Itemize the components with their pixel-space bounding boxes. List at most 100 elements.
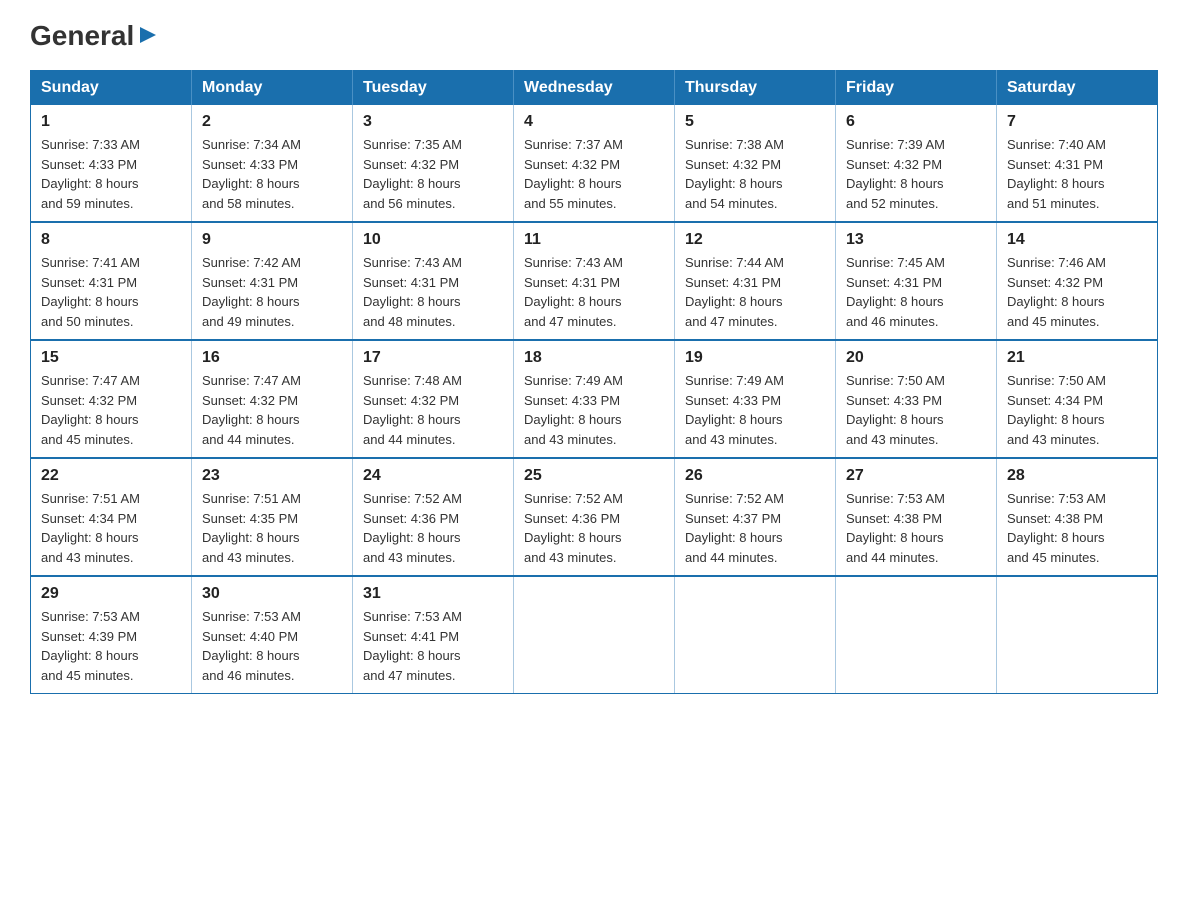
- day-info: Sunrise: 7:51 AM Sunset: 4:35 PM Dayligh…: [202, 489, 342, 567]
- day-number: 5: [685, 113, 825, 131]
- calendar-cell: 2 Sunrise: 7:34 AM Sunset: 4:33 PM Dayli…: [192, 105, 353, 222]
- calendar-cell: 5 Sunrise: 7:38 AM Sunset: 4:32 PM Dayli…: [675, 105, 836, 222]
- week-row-1: 1 Sunrise: 7:33 AM Sunset: 4:33 PM Dayli…: [31, 105, 1158, 222]
- calendar-header: SundayMondayTuesdayWednesdayThursdayFrid…: [31, 71, 1158, 106]
- day-number: 17: [363, 349, 503, 367]
- calendar-cell: 23 Sunrise: 7:51 AM Sunset: 4:35 PM Dayl…: [192, 458, 353, 576]
- day-number: 15: [41, 349, 181, 367]
- day-info: Sunrise: 7:35 AM Sunset: 4:32 PM Dayligh…: [363, 135, 503, 213]
- day-info: Sunrise: 7:48 AM Sunset: 4:32 PM Dayligh…: [363, 371, 503, 449]
- day-info: Sunrise: 7:47 AM Sunset: 4:32 PM Dayligh…: [202, 371, 342, 449]
- day-info: Sunrise: 7:33 AM Sunset: 4:33 PM Dayligh…: [41, 135, 181, 213]
- page-header: General: [30, 20, 1158, 52]
- day-info: Sunrise: 7:53 AM Sunset: 4:41 PM Dayligh…: [363, 607, 503, 685]
- day-info: Sunrise: 7:53 AM Sunset: 4:39 PM Dayligh…: [41, 607, 181, 685]
- day-number: 10: [363, 231, 503, 249]
- calendar-cell: 8 Sunrise: 7:41 AM Sunset: 4:31 PM Dayli…: [31, 222, 192, 340]
- calendar-cell: 27 Sunrise: 7:53 AM Sunset: 4:38 PM Dayl…: [836, 458, 997, 576]
- day-info: Sunrise: 7:45 AM Sunset: 4:31 PM Dayligh…: [846, 253, 986, 331]
- day-number: 18: [524, 349, 664, 367]
- day-number: 20: [846, 349, 986, 367]
- day-number: 1: [41, 113, 181, 131]
- logo-general-text: General: [30, 20, 134, 52]
- header-row: SundayMondayTuesdayWednesdayThursdayFrid…: [31, 71, 1158, 106]
- calendar-cell: 14 Sunrise: 7:46 AM Sunset: 4:32 PM Dayl…: [997, 222, 1158, 340]
- header-day-saturday: Saturday: [997, 71, 1158, 106]
- calendar-cell: 12 Sunrise: 7:44 AM Sunset: 4:31 PM Dayl…: [675, 222, 836, 340]
- day-info: Sunrise: 7:43 AM Sunset: 4:31 PM Dayligh…: [363, 253, 503, 331]
- day-number: 14: [1007, 231, 1147, 249]
- day-info: Sunrise: 7:49 AM Sunset: 4:33 PM Dayligh…: [524, 371, 664, 449]
- day-info: Sunrise: 7:47 AM Sunset: 4:32 PM Dayligh…: [41, 371, 181, 449]
- header-day-friday: Friday: [836, 71, 997, 106]
- calendar-cell: 21 Sunrise: 7:50 AM Sunset: 4:34 PM Dayl…: [997, 340, 1158, 458]
- day-info: Sunrise: 7:53 AM Sunset: 4:40 PM Dayligh…: [202, 607, 342, 685]
- day-info: Sunrise: 7:53 AM Sunset: 4:38 PM Dayligh…: [846, 489, 986, 567]
- calendar-cell: 24 Sunrise: 7:52 AM Sunset: 4:36 PM Dayl…: [353, 458, 514, 576]
- calendar-cell: 9 Sunrise: 7:42 AM Sunset: 4:31 PM Dayli…: [192, 222, 353, 340]
- day-info: Sunrise: 7:52 AM Sunset: 4:36 PM Dayligh…: [363, 489, 503, 567]
- day-info: Sunrise: 7:52 AM Sunset: 4:36 PM Dayligh…: [524, 489, 664, 567]
- calendar-cell: [675, 576, 836, 694]
- calendar-cell: 15 Sunrise: 7:47 AM Sunset: 4:32 PM Dayl…: [31, 340, 192, 458]
- day-number: 8: [41, 231, 181, 249]
- day-info: Sunrise: 7:52 AM Sunset: 4:37 PM Dayligh…: [685, 489, 825, 567]
- calendar-cell: 1 Sunrise: 7:33 AM Sunset: 4:33 PM Dayli…: [31, 105, 192, 222]
- day-info: Sunrise: 7:44 AM Sunset: 4:31 PM Dayligh…: [685, 253, 825, 331]
- day-info: Sunrise: 7:50 AM Sunset: 4:34 PM Dayligh…: [1007, 371, 1147, 449]
- calendar-cell: 30 Sunrise: 7:53 AM Sunset: 4:40 PM Dayl…: [192, 576, 353, 694]
- day-number: 11: [524, 231, 664, 249]
- day-number: 21: [1007, 349, 1147, 367]
- calendar-cell: 25 Sunrise: 7:52 AM Sunset: 4:36 PM Dayl…: [514, 458, 675, 576]
- day-number: 23: [202, 467, 342, 485]
- day-number: 30: [202, 585, 342, 603]
- day-number: 6: [846, 113, 986, 131]
- day-info: Sunrise: 7:42 AM Sunset: 4:31 PM Dayligh…: [202, 253, 342, 331]
- calendar-cell: 19 Sunrise: 7:49 AM Sunset: 4:33 PM Dayl…: [675, 340, 836, 458]
- header-day-monday: Monday: [192, 71, 353, 106]
- day-number: 25: [524, 467, 664, 485]
- day-info: Sunrise: 7:34 AM Sunset: 4:33 PM Dayligh…: [202, 135, 342, 213]
- day-number: 7: [1007, 113, 1147, 131]
- calendar-cell: 28 Sunrise: 7:53 AM Sunset: 4:38 PM Dayl…: [997, 458, 1158, 576]
- logo: General: [30, 20, 159, 52]
- calendar-cell: 31 Sunrise: 7:53 AM Sunset: 4:41 PM Dayl…: [353, 576, 514, 694]
- day-info: Sunrise: 7:49 AM Sunset: 4:33 PM Dayligh…: [685, 371, 825, 449]
- day-info: Sunrise: 7:40 AM Sunset: 4:31 PM Dayligh…: [1007, 135, 1147, 213]
- day-number: 28: [1007, 467, 1147, 485]
- calendar-cell: 10 Sunrise: 7:43 AM Sunset: 4:31 PM Dayl…: [353, 222, 514, 340]
- week-row-2: 8 Sunrise: 7:41 AM Sunset: 4:31 PM Dayli…: [31, 222, 1158, 340]
- day-info: Sunrise: 7:41 AM Sunset: 4:31 PM Dayligh…: [41, 253, 181, 331]
- calendar-table: SundayMondayTuesdayWednesdayThursdayFrid…: [30, 70, 1158, 694]
- header-day-sunday: Sunday: [31, 71, 192, 106]
- day-number: 26: [685, 467, 825, 485]
- week-row-4: 22 Sunrise: 7:51 AM Sunset: 4:34 PM Dayl…: [31, 458, 1158, 576]
- day-number: 29: [41, 585, 181, 603]
- day-number: 27: [846, 467, 986, 485]
- day-number: 9: [202, 231, 342, 249]
- calendar-cell: 18 Sunrise: 7:49 AM Sunset: 4:33 PM Dayl…: [514, 340, 675, 458]
- calendar-cell: 4 Sunrise: 7:37 AM Sunset: 4:32 PM Dayli…: [514, 105, 675, 222]
- header-day-tuesday: Tuesday: [353, 71, 514, 106]
- calendar-cell: 11 Sunrise: 7:43 AM Sunset: 4:31 PM Dayl…: [514, 222, 675, 340]
- calendar-cell: 29 Sunrise: 7:53 AM Sunset: 4:39 PM Dayl…: [31, 576, 192, 694]
- day-info: Sunrise: 7:39 AM Sunset: 4:32 PM Dayligh…: [846, 135, 986, 213]
- week-row-3: 15 Sunrise: 7:47 AM Sunset: 4:32 PM Dayl…: [31, 340, 1158, 458]
- calendar-cell: 16 Sunrise: 7:47 AM Sunset: 4:32 PM Dayl…: [192, 340, 353, 458]
- calendar-cell: 22 Sunrise: 7:51 AM Sunset: 4:34 PM Dayl…: [31, 458, 192, 576]
- day-number: 4: [524, 113, 664, 131]
- day-number: 2: [202, 113, 342, 131]
- calendar-cell: 13 Sunrise: 7:45 AM Sunset: 4:31 PM Dayl…: [836, 222, 997, 340]
- calendar-body: 1 Sunrise: 7:33 AM Sunset: 4:33 PM Dayli…: [31, 105, 1158, 694]
- day-number: 13: [846, 231, 986, 249]
- day-number: 19: [685, 349, 825, 367]
- calendar-cell: 20 Sunrise: 7:50 AM Sunset: 4:33 PM Dayl…: [836, 340, 997, 458]
- week-row-5: 29 Sunrise: 7:53 AM Sunset: 4:39 PM Dayl…: [31, 576, 1158, 694]
- calendar-cell: 6 Sunrise: 7:39 AM Sunset: 4:32 PM Dayli…: [836, 105, 997, 222]
- logo-arrow-icon: [137, 24, 159, 51]
- day-info: Sunrise: 7:38 AM Sunset: 4:32 PM Dayligh…: [685, 135, 825, 213]
- calendar-cell: [997, 576, 1158, 694]
- day-number: 24: [363, 467, 503, 485]
- day-info: Sunrise: 7:43 AM Sunset: 4:31 PM Dayligh…: [524, 253, 664, 331]
- day-info: Sunrise: 7:53 AM Sunset: 4:38 PM Dayligh…: [1007, 489, 1147, 567]
